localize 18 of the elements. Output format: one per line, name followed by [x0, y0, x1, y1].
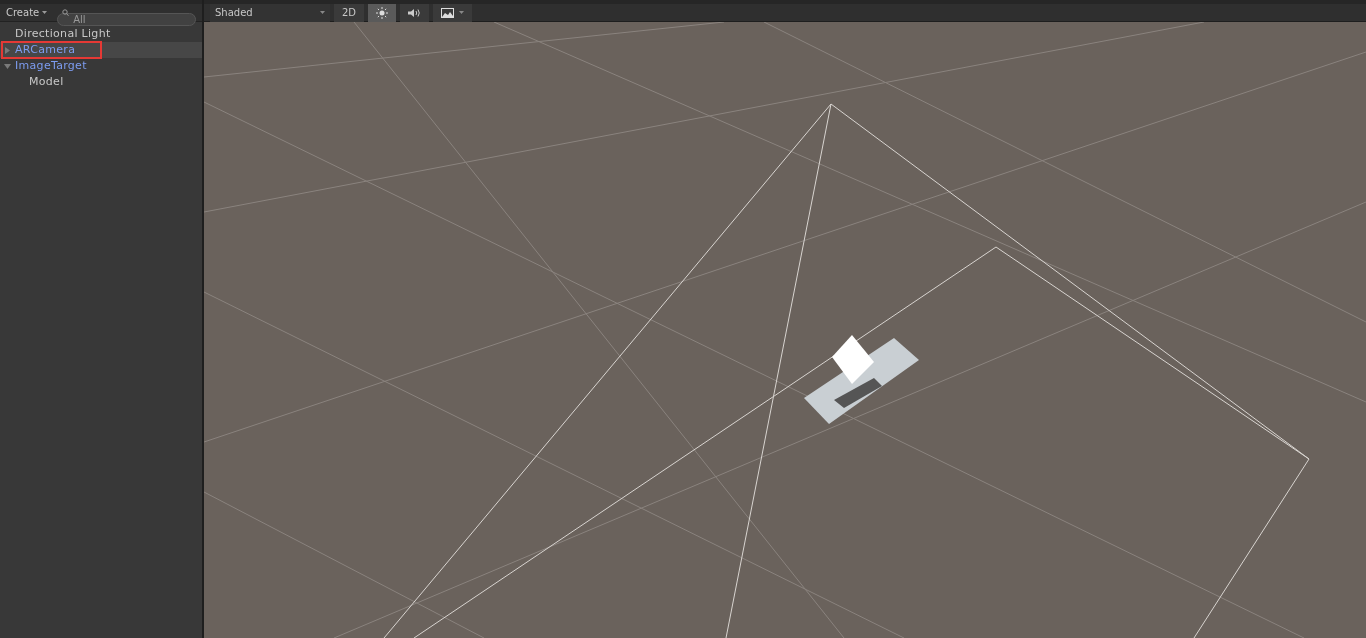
- object-name: Model: [29, 73, 64, 90]
- sun-icon: [376, 6, 389, 19]
- hierarchy-row[interactable]: Directional Light: [0, 26, 202, 42]
- object-name: Directional Light: [15, 25, 111, 42]
- caret-icon: [459, 11, 465, 14]
- hierarchy-row[interactable]: ImageTarget: [0, 58, 202, 74]
- search-field[interactable]: All: [57, 13, 196, 26]
- landscape-icon: [441, 7, 455, 18]
- object-name: ARCamera: [15, 41, 76, 58]
- object-name: ImageTarget: [15, 57, 87, 74]
- caret-icon: [42, 11, 48, 14]
- search-icon: [62, 9, 72, 17]
- hierarchy-row[interactable]: Model: [0, 74, 202, 90]
- create-dropdown[interactable]: Create: [6, 5, 48, 20]
- caret-icon: [320, 11, 325, 14]
- speaker-icon: [408, 7, 422, 18]
- expanded-triangle-icon[interactable]: [4, 62, 11, 70]
- hierarchy-row[interactable]: ARCamera: [0, 42, 202, 58]
